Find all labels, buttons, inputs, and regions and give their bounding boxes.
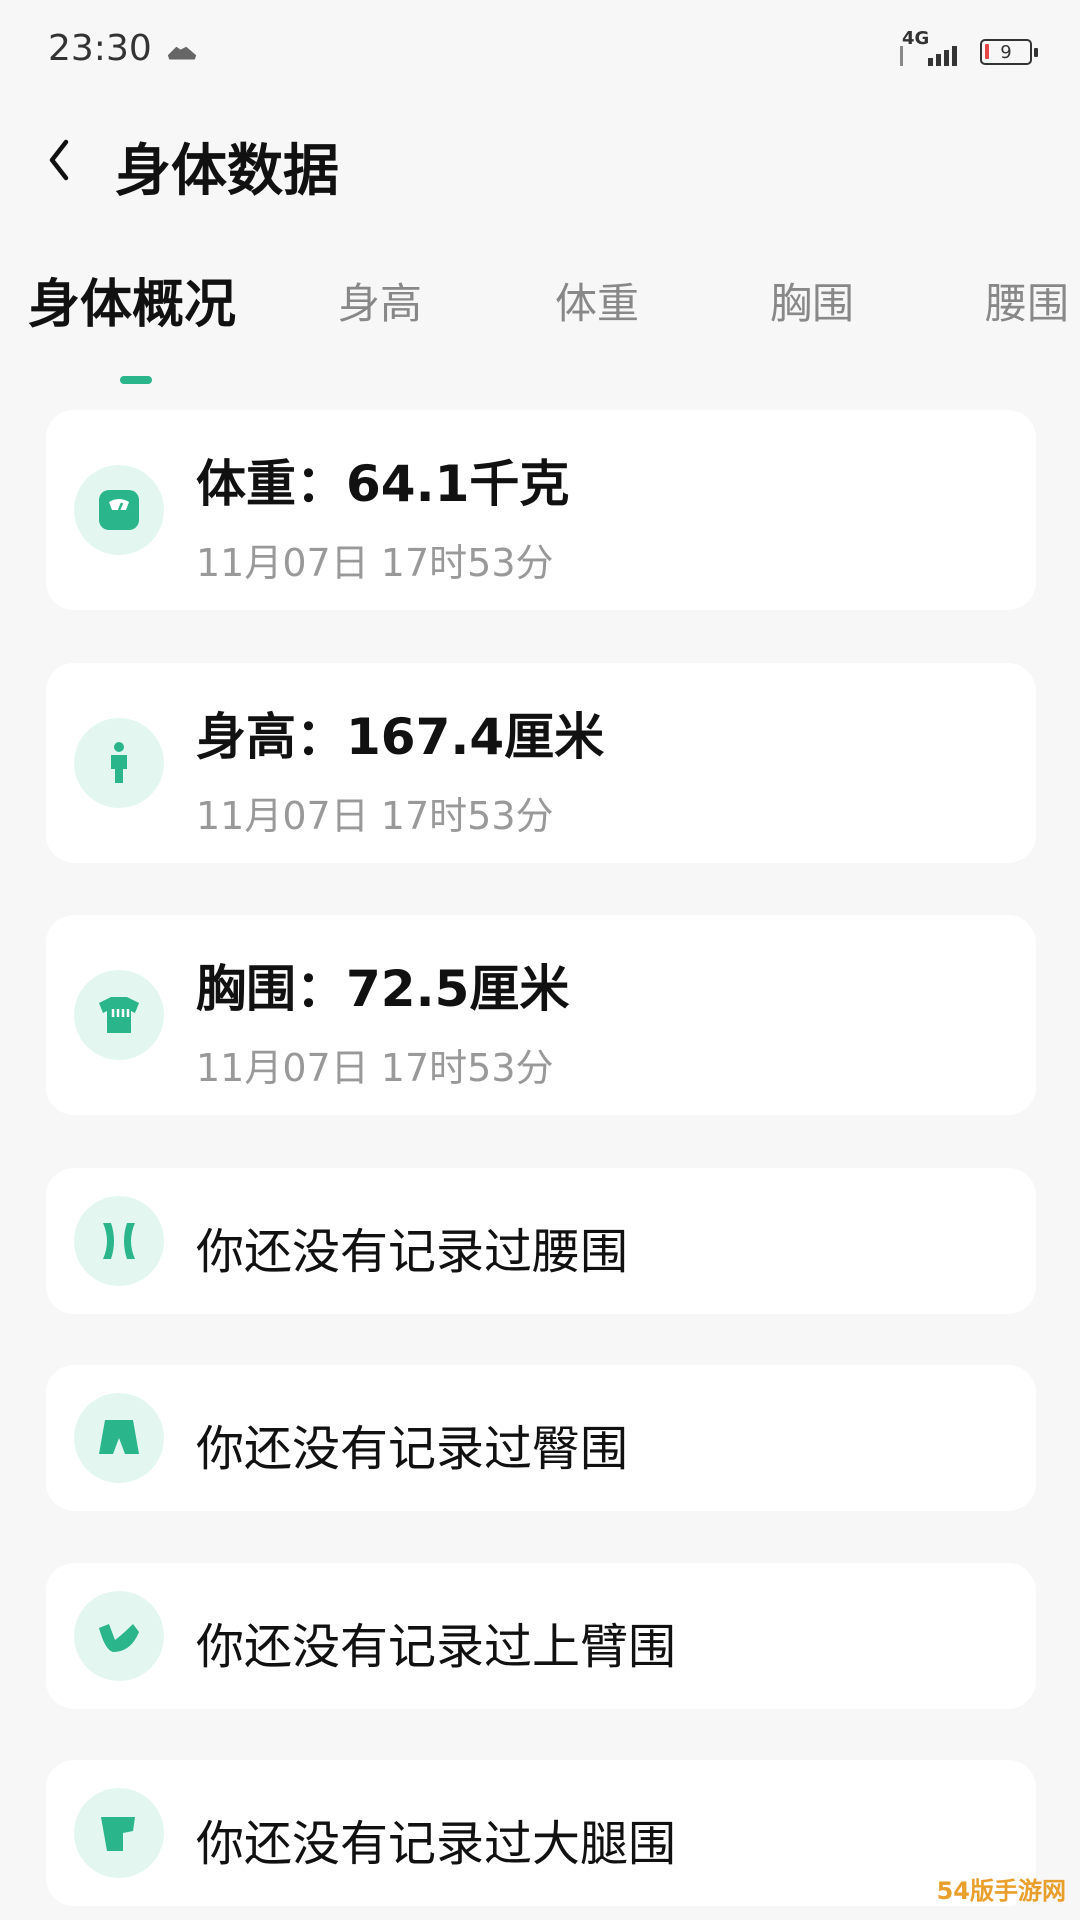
arm-icon xyxy=(74,1591,164,1681)
chest-value: 胸围：72.5厘米 xyxy=(196,960,570,1018)
thigh-empty-text: 你还没有记录过大腿围 xyxy=(196,1816,677,1872)
chest-record-card[interactable]: 胸围：72.5厘米 11月07日 17时53分 xyxy=(46,915,1036,1115)
height-record-card[interactable]: 身高：167.4厘米 11月07日 17时53分 xyxy=(46,663,1036,863)
weight-time: 11月07日 17时53分 xyxy=(196,541,554,585)
hip-empty-text: 你还没有记录过臀围 xyxy=(196,1421,629,1477)
tab-waist[interactable]: 腰围 xyxy=(985,270,1069,331)
tab-height[interactable]: 身高 xyxy=(338,270,422,331)
scale-icon xyxy=(74,465,164,555)
tab-indicator xyxy=(120,376,152,384)
status-time: 23:30 xyxy=(48,28,152,69)
battery-level: 9 xyxy=(1000,41,1012,63)
watermark: 54版手游网 xyxy=(936,1877,1066,1905)
height-value: 身高：167.4厘米 xyxy=(196,708,605,766)
thigh-empty-card[interactable]: 你还没有记录过大腿围 xyxy=(46,1760,1036,1906)
tab-overview[interactable]: 身体概况 xyxy=(28,262,236,337)
weight-value: 体重：64.1千克 xyxy=(196,455,570,513)
person-icon xyxy=(74,718,164,808)
battery-icon: 9 xyxy=(980,39,1038,65)
shorts-icon xyxy=(74,1393,164,1483)
tab-bar: 身体概况 身高 体重 胸围 腰围 xyxy=(0,270,1080,390)
upper-arm-empty-text: 你还没有记录过上臂围 xyxy=(196,1619,677,1675)
waist-empty-text: 你还没有记录过腰围 xyxy=(196,1224,629,1280)
sneaker-icon xyxy=(167,46,197,60)
weight-record-card[interactable]: 体重：64.1千克 11月07日 17时53分 xyxy=(46,410,1036,610)
waist-empty-card[interactable]: 你还没有记录过腰围 xyxy=(46,1168,1036,1314)
tab-chest[interactable]: 胸围 xyxy=(770,270,854,331)
back-arrow-icon[interactable] xyxy=(40,130,80,190)
page-title: 身体数据 xyxy=(115,139,339,204)
shirt-icon xyxy=(74,970,164,1060)
upper-arm-empty-card[interactable]: 你还没有记录过上臂围 xyxy=(46,1563,1036,1709)
status-right-group: 4G 9 xyxy=(898,28,1038,72)
height-time: 11月07日 17时53分 xyxy=(196,794,554,838)
header: 身体数据 xyxy=(0,100,1080,230)
status-bar: 23:30 4G 9 xyxy=(0,0,1080,100)
waist-icon xyxy=(74,1196,164,1286)
tab-weight[interactable]: 体重 xyxy=(555,270,639,331)
signal-icon: 4G xyxy=(898,28,970,70)
hip-empty-card[interactable]: 你还没有记录过臀围 xyxy=(46,1365,1036,1511)
thigh-icon xyxy=(74,1788,164,1878)
chest-time: 11月07日 17时53分 xyxy=(196,1046,554,1090)
